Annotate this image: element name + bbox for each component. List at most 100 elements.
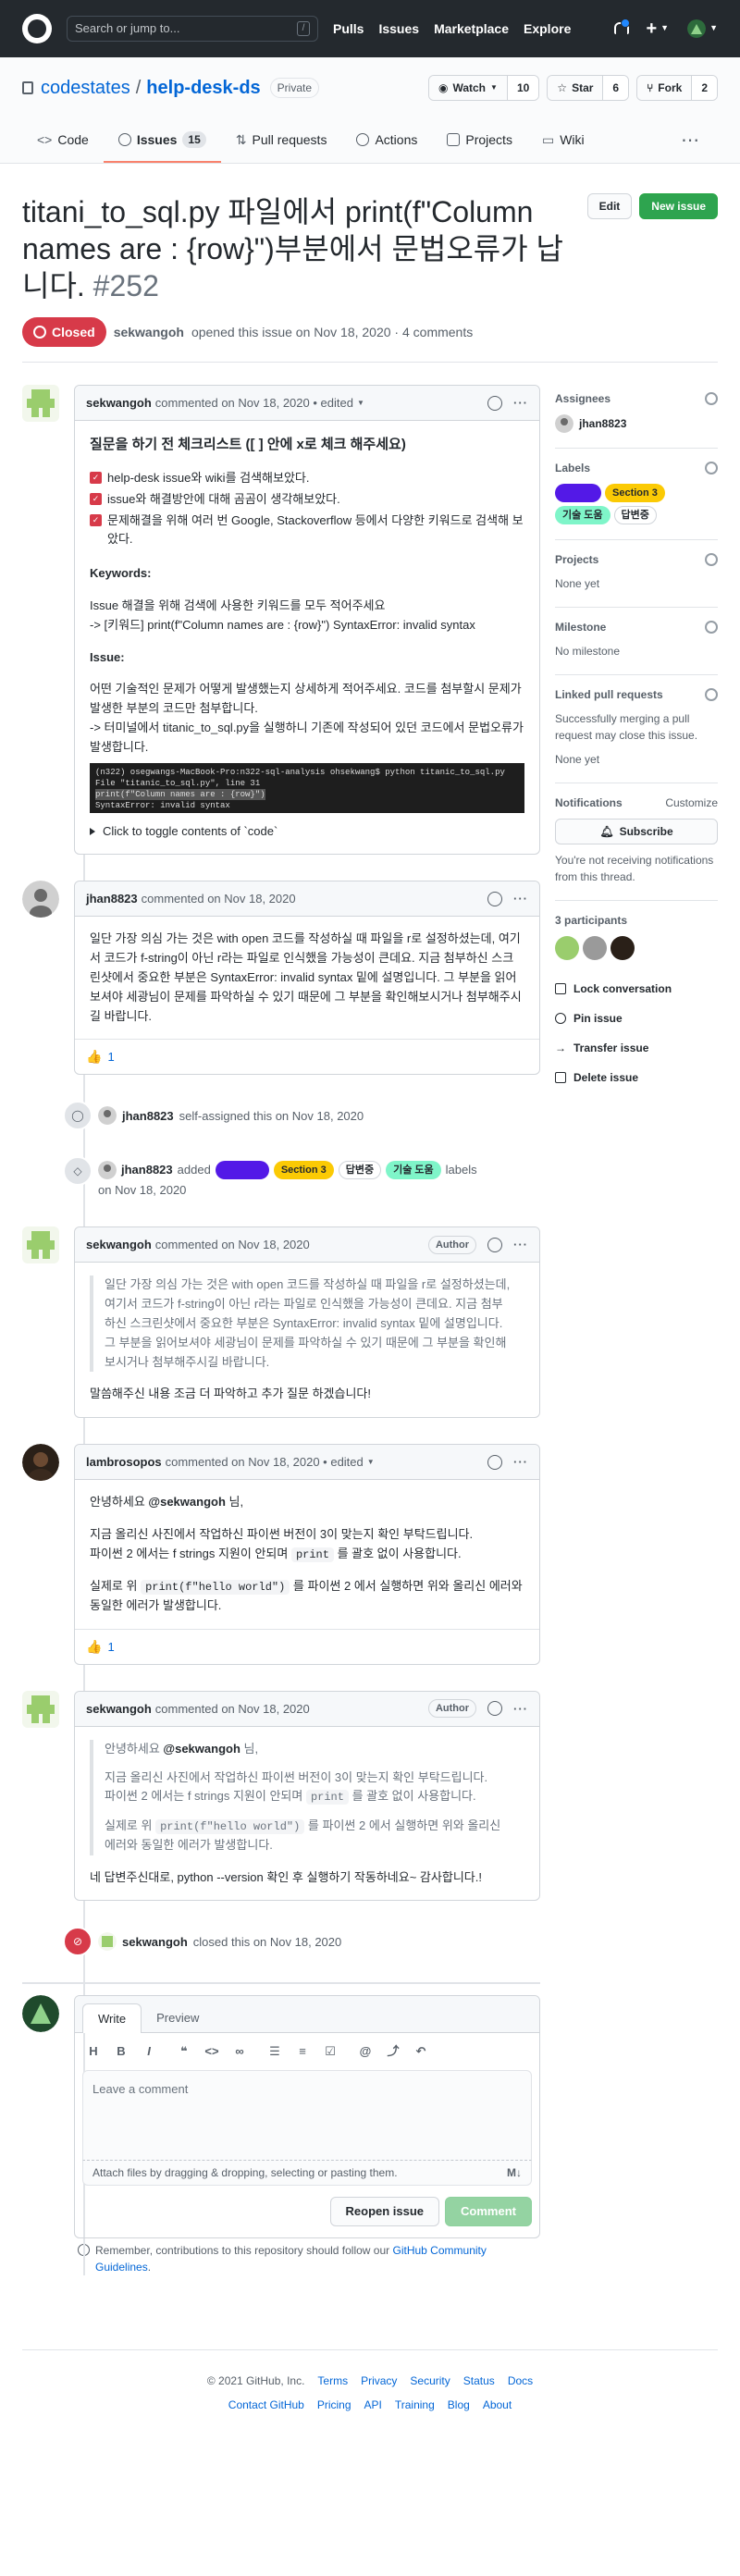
new-issue-button[interactable]: New issue bbox=[639, 193, 718, 219]
user-mention[interactable]: @sekwangoh bbox=[163, 1742, 240, 1756]
reopen-issue-button[interactable]: Reopen issue bbox=[329, 2196, 440, 2226]
event-user[interactable]: sekwangoh bbox=[122, 1933, 188, 1952]
footer-link-docs[interactable]: Docs bbox=[508, 2373, 533, 2389]
footer-link-privacy[interactable]: Privacy bbox=[361, 2373, 397, 2389]
code-icon[interactable]: <> bbox=[204, 2042, 219, 2061]
star-count[interactable]: 6 bbox=[602, 76, 629, 100]
footer-link-security[interactable]: Security bbox=[410, 2373, 450, 2389]
comment-menu-kebab-icon[interactable]: ··· bbox=[513, 1700, 528, 1719]
participant-avatar[interactable] bbox=[583, 936, 607, 960]
reaction-thumbs-up[interactable]: 👍 1 bbox=[75, 1628, 539, 1664]
comment-menu-kebab-icon[interactable]: ··· bbox=[513, 890, 528, 908]
label-tech-help[interactable]: 기술 도움 bbox=[386, 1161, 441, 1180]
footer-link-api[interactable]: API bbox=[364, 2397, 382, 2413]
edit-title-button[interactable]: Edit bbox=[586, 193, 633, 219]
comment-author[interactable]: lambrosopos bbox=[86, 1453, 162, 1472]
tab-issues[interactable]: Issues 15 bbox=[103, 118, 221, 163]
repo-owner-link[interactable]: codestates bbox=[41, 74, 130, 102]
comment-button[interactable]: Comment bbox=[445, 2196, 532, 2226]
notifications-bell-icon[interactable] bbox=[612, 18, 631, 36]
fork-button[interactable]: ⑂ Fork 2 bbox=[636, 75, 718, 101]
issue-author[interactable]: sekwangoh bbox=[114, 323, 184, 342]
gear-icon[interactable] bbox=[705, 462, 718, 475]
github-logo-icon[interactable] bbox=[22, 14, 52, 43]
participant-avatar[interactable] bbox=[555, 936, 579, 960]
assignee-item[interactable]: jhan8823 bbox=[555, 414, 718, 433]
avatar-sekwangoh[interactable] bbox=[22, 385, 59, 422]
add-reaction-icon[interactable] bbox=[487, 1454, 502, 1470]
link-icon[interactable]: ∞ bbox=[232, 2042, 247, 2061]
subscribe-button[interactable]: 🔔︎ Subscribe bbox=[555, 819, 718, 844]
avatar-jhan8823[interactable] bbox=[98, 1106, 117, 1126]
footer-link-contact[interactable]: Contact GitHub bbox=[228, 2397, 304, 2413]
gear-icon[interactable] bbox=[705, 553, 718, 566]
quote-icon[interactable]: ❝ bbox=[177, 2042, 191, 2061]
star-button[interactable]: ☆ Star 6 bbox=[547, 75, 630, 101]
search-input[interactable]: Search or jump to... / bbox=[67, 16, 318, 42]
label-purple[interactable] bbox=[555, 484, 601, 502]
transfer-issue-action[interactable]: → Transfer issue bbox=[555, 1040, 718, 1056]
gear-icon[interactable] bbox=[705, 392, 718, 405]
comment-menu-kebab-icon[interactable]: ··· bbox=[513, 1236, 528, 1254]
watch-button[interactable]: ◉ Watch ▼ 10 bbox=[427, 75, 540, 101]
reply-icon[interactable]: ↶ bbox=[413, 2042, 428, 2061]
tab-actions[interactable]: Actions bbox=[341, 118, 432, 163]
add-reaction-icon[interactable] bbox=[487, 1237, 502, 1252]
bulleted-list-icon[interactable]: ☰ bbox=[267, 2042, 282, 2061]
event-user[interactable]: jhan8823 bbox=[121, 1160, 173, 1180]
current-user-avatar[interactable] bbox=[22, 1995, 59, 2033]
comment-author[interactable]: sekwangoh bbox=[86, 1236, 152, 1254]
tab-pull-requests[interactable]: ⇅ Pull requests bbox=[221, 118, 342, 163]
participant-avatar[interactable] bbox=[610, 936, 635, 960]
italic-icon[interactable]: I bbox=[142, 2042, 156, 2061]
comment-menu-kebab-icon[interactable]: ··· bbox=[513, 1453, 528, 1472]
tab-wiki[interactable]: ▭ Wiki bbox=[527, 118, 599, 163]
task-list-icon[interactable]: ☑ bbox=[323, 2042, 338, 2061]
nav-marketplace[interactable]: Marketplace bbox=[434, 19, 509, 39]
comment-author[interactable]: jhan8823 bbox=[86, 890, 138, 908]
numbered-list-icon[interactable]: ≡ bbox=[295, 2042, 310, 2061]
pin-issue-action[interactable]: Pin issue bbox=[555, 1010, 718, 1027]
label-answering[interactable]: 답변중 bbox=[338, 1161, 382, 1180]
footer-link-terms[interactable]: Terms bbox=[317, 2373, 348, 2389]
comment-meta[interactable]: commented on Nov 18, 2020 • edited bbox=[166, 1453, 364, 1472]
code-details-toggle[interactable]: Click to toggle contents of `code` bbox=[90, 822, 524, 842]
delete-issue-action[interactable]: Delete issue bbox=[555, 1069, 718, 1086]
nav-pulls[interactable]: Pulls bbox=[333, 19, 364, 39]
tab-code[interactable]: <> Code bbox=[22, 118, 104, 163]
event-user[interactable]: jhan8823 bbox=[122, 1107, 174, 1126]
label-answering[interactable]: 답변중 bbox=[613, 506, 657, 524]
avatar-sekwangoh[interactable] bbox=[98, 1932, 117, 1952]
gear-icon[interactable] bbox=[705, 688, 718, 701]
comment-author[interactable]: sekwangoh bbox=[86, 1700, 152, 1719]
chevron-down-icon[interactable]: ▼ bbox=[357, 398, 364, 409]
add-reaction-icon[interactable] bbox=[487, 1701, 502, 1717]
footer-link-training[interactable]: Training bbox=[395, 2397, 435, 2413]
tab-write[interactable]: Write bbox=[82, 2003, 142, 2034]
repo-name-link[interactable]: help-desk-ds bbox=[146, 74, 260, 102]
bold-icon[interactable]: B bbox=[114, 2042, 129, 2061]
user-mention[interactable]: @sekwangoh bbox=[148, 1495, 225, 1509]
section-title[interactable]: Milestone bbox=[555, 619, 606, 635]
comment-meta[interactable]: commented on Nov 18, 2020 bbox=[155, 1236, 310, 1254]
mention-icon[interactable]: @ bbox=[358, 2042, 373, 2061]
section-title[interactable]: Assignees bbox=[555, 390, 610, 407]
customize-link[interactable]: Customize bbox=[665, 795, 718, 811]
nav-issues[interactable]: Issues bbox=[378, 19, 419, 39]
attach-files-bar[interactable]: Attach files by dragging & dropping, sel… bbox=[82, 2160, 532, 2186]
label-tech-help[interactable]: 기술 도움 bbox=[555, 506, 610, 524]
avatar-sekwangoh[interactable] bbox=[22, 1690, 59, 1728]
footer-link-status[interactable]: Status bbox=[463, 2373, 495, 2389]
more-tabs-kebab-icon[interactable]: ⋯ bbox=[681, 118, 718, 163]
lock-conversation-action[interactable]: Lock conversation bbox=[555, 980, 718, 997]
label-section-3[interactable]: Section 3 bbox=[605, 484, 665, 502]
heading-icon[interactable]: H bbox=[86, 2042, 101, 2061]
comment-author[interactable]: sekwangoh bbox=[86, 394, 152, 413]
tab-projects[interactable]: Projects bbox=[432, 118, 527, 163]
section-title[interactable]: Linked pull requests bbox=[555, 686, 663, 703]
section-title[interactable]: Labels bbox=[555, 460, 590, 476]
add-reaction-icon[interactable] bbox=[487, 891, 502, 906]
comment-textarea[interactable]: Leave a comment bbox=[82, 2069, 532, 2161]
tab-preview[interactable]: Preview bbox=[142, 2003, 214, 2032]
avatar-lambrosopos[interactable] bbox=[22, 1444, 59, 1482]
